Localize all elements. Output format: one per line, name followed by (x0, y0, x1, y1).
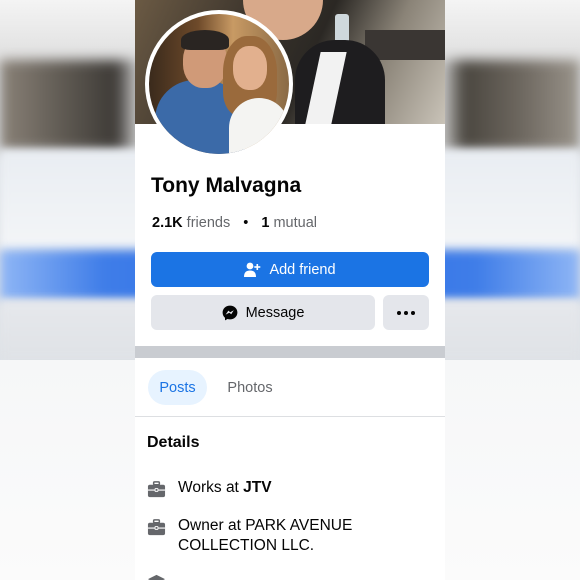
friends-label: friends (186, 215, 231, 231)
tab-photos[interactable]: Photos (219, 370, 281, 405)
section-divider (135, 346, 445, 358)
profile-name: Tony Malvagna (151, 174, 302, 197)
profile-picture[interactable] (145, 10, 293, 158)
tab-posts[interactable]: Posts (148, 370, 207, 405)
add-friend-button[interactable]: Add friend (151, 252, 429, 287)
profile-panel: Tony Malvagna 2.1K friends • 1 mutual Ad… (135, 0, 445, 580)
mutual-count: 1 (261, 215, 270, 231)
friends-summary[interactable]: 2.1K friends • 1 mutual (152, 215, 317, 231)
friends-count: 2.1K (152, 215, 183, 231)
detail-text: Owner at PARK AVENUE COLLECTION LLC. (178, 517, 353, 554)
tabs-divider (135, 416, 445, 417)
ellipsis-icon (397, 310, 401, 315)
add-friend-label: Add friend (269, 261, 336, 278)
briefcase-icon (147, 519, 166, 536)
add-friend-icon (244, 262, 261, 277)
detail-employer[interactable]: JTV (243, 479, 271, 496)
message-button[interactable]: Message (151, 295, 375, 330)
detail-text: Works at JTV (178, 479, 272, 496)
message-label: Message (245, 304, 305, 321)
graduation-cap-icon (147, 574, 166, 580)
detail-item-work: Works at JTV (147, 478, 408, 499)
mutual-label: mutual (273, 215, 317, 231)
briefcase-icon (147, 481, 166, 498)
separator-dot: • (243, 215, 249, 231)
more-options-button[interactable] (383, 295, 429, 330)
detail-item-owner: Owner at PARK AVENUE COLLECTION LLC. (147, 516, 408, 556)
detail-item-education (147, 570, 166, 580)
details-heading: Details (147, 434, 200, 451)
messenger-icon (222, 305, 237, 320)
